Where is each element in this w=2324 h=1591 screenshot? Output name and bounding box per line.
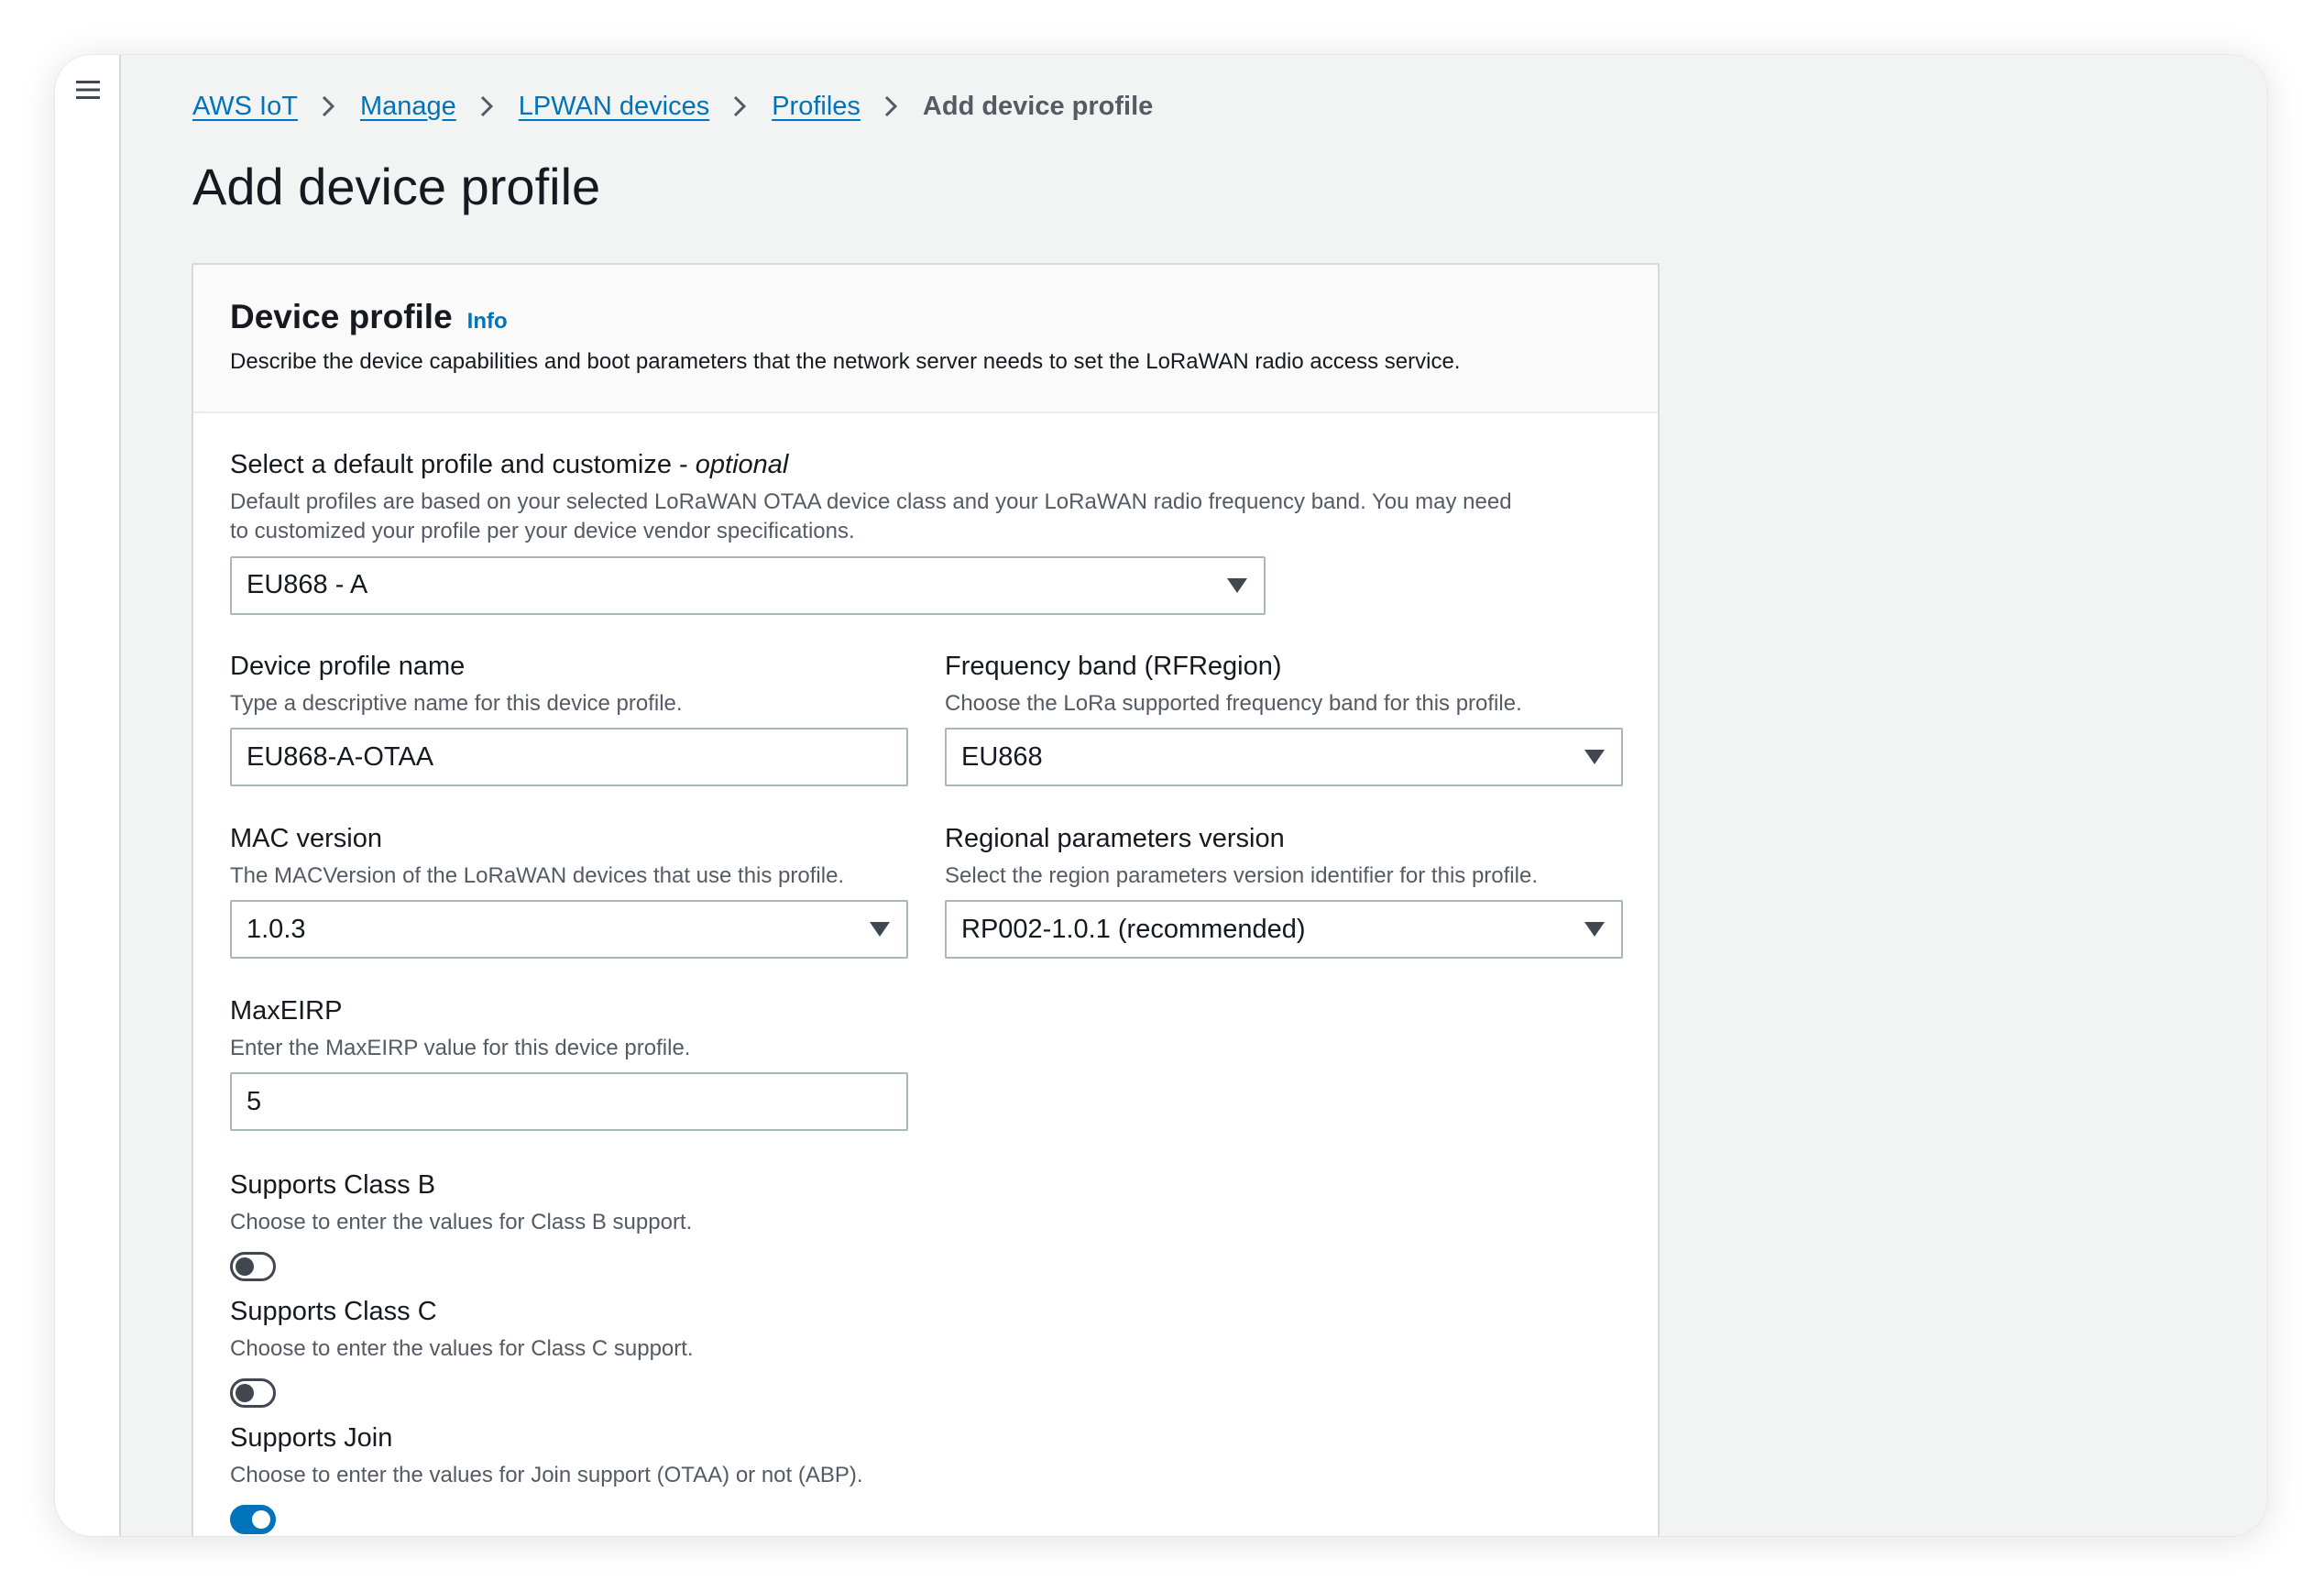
class-c-toggle[interactable] — [230, 1378, 276, 1409]
chevron-right-icon — [731, 94, 750, 118]
default-profile-select[interactable]: EU868 - A — [230, 555, 1266, 615]
max-eirp-input[interactable]: 5 — [230, 1072, 908, 1132]
panel-title: Device profile — [230, 298, 453, 335]
panel-header: Device profile Info Describe the device … — [193, 265, 1658, 413]
join-field: Supports Join Choose to enter the values… — [230, 1423, 1055, 1535]
join-description: Choose to enter the values for Join supp… — [230, 1463, 863, 1487]
mac-version-label: MAC version — [230, 824, 382, 853]
profile-name-field: Device profile name Type a descriptive n… — [230, 652, 908, 787]
class-c-description: Choose to enter the values for Class C s… — [230, 1336, 694, 1361]
frequency-band-value: EU868 — [961, 741, 1043, 772]
chevron-right-icon — [882, 94, 901, 118]
regional-params-value: RP002-1.0.1 (recommended) — [961, 914, 1306, 944]
mac-version-field: MAC version The MACVersion of the LoRaWA… — [230, 824, 908, 960]
panel-description: Describe the device capabilities and boo… — [230, 349, 1461, 374]
mac-version-description: The MACVersion of the LoRaWAN devices th… — [230, 863, 845, 888]
regional-params-label: Regional parameters version — [945, 824, 1285, 853]
max-eirp-label: MaxEIRP — [230, 996, 343, 1026]
class-c-field: Supports Class C Choose to enter the val… — [230, 1297, 1055, 1409]
toggle-knob — [236, 1257, 254, 1277]
profile-name-input[interactable]: EU868-A-OTAA — [230, 728, 908, 787]
breadcrumb-aws-iot[interactable]: AWS IoT — [192, 92, 298, 122]
info-link[interactable]: Info — [467, 309, 508, 335]
caret-down-icon — [1583, 920, 1606, 938]
regional-params-select[interactable]: RP002-1.0.1 (recommended) — [945, 900, 1623, 960]
regional-params-description: Select the region parameters version ide… — [945, 863, 1538, 888]
breadcrumb-profiles[interactable]: Profiles — [772, 92, 861, 122]
frequency-band-description: Choose the LoRa supported frequency band… — [945, 691, 1522, 716]
breadcrumb-current: Add device profile — [922, 91, 1154, 121]
chevron-right-icon — [320, 94, 338, 118]
mac-version-select[interactable]: 1.0.3 — [230, 900, 908, 960]
hamburger-menu-icon — [76, 81, 100, 99]
class-b-field: Supports Class B Choose to enter the val… — [230, 1170, 1055, 1282]
class-b-label: Supports Class B — [230, 1170, 436, 1200]
side-navigation-rail — [55, 55, 121, 1536]
page-title: Add device profile — [192, 158, 601, 215]
toggle-knob — [252, 1510, 270, 1530]
toggle-knob — [236, 1384, 254, 1403]
class-b-description: Choose to enter the values for Class B s… — [230, 1210, 693, 1234]
device-profile-panel: Device profile Info Describe the device … — [192, 263, 1660, 1536]
join-label: Supports Join — [230, 1423, 393, 1453]
regional-params-field: Regional parameters version Select the r… — [945, 824, 1623, 960]
chevron-right-icon — [478, 94, 497, 118]
caret-down-icon — [1225, 576, 1249, 595]
profile-name-value: EU868-A-OTAA — [247, 741, 434, 772]
max-eirp-field: MaxEIRP Enter the MaxEIRP value for this… — [230, 996, 908, 1132]
breadcrumb-manage[interactable]: Manage — [360, 92, 456, 122]
frequency-band-field: Frequency band (RFRegion) Choose the LoR… — [945, 652, 1623, 787]
class-b-toggle[interactable] — [230, 1252, 276, 1282]
breadcrumb-lpwan-devices[interactable]: LPWAN devices — [519, 92, 709, 122]
breadcrumb: AWS IoT Manage LPWAN devices Profiles Ad… — [192, 86, 1153, 126]
join-toggle[interactable] — [230, 1505, 276, 1535]
mac-version-value: 1.0.3 — [247, 914, 306, 944]
profile-name-description: Type a descriptive name for this device … — [230, 691, 683, 716]
profile-name-label: Device profile name — [230, 652, 466, 681]
max-eirp-description: Enter the MaxEIRP value for this device … — [230, 1036, 691, 1060]
caret-down-icon — [868, 920, 892, 938]
frequency-band-select[interactable]: EU868 — [945, 728, 1623, 787]
class-c-label: Supports Class C — [230, 1297, 437, 1326]
app-window: AWS IoT Manage LPWAN devices Profiles Ad… — [55, 55, 2267, 1536]
menu-button[interactable] — [68, 70, 108, 110]
default-profile-field: Select a default profile and customize -… — [230, 450, 1513, 615]
default-profile-value: EU868 - A — [247, 570, 368, 600]
default-profile-description: Default profiles are based on your selec… — [230, 489, 1512, 544]
max-eirp-value: 5 — [247, 1086, 262, 1116]
caret-down-icon — [1583, 748, 1606, 766]
default-profile-label: Select a default profile and customize -… — [230, 450, 789, 479]
frequency-band-label: Frequency band (RFRegion) — [945, 652, 1282, 681]
